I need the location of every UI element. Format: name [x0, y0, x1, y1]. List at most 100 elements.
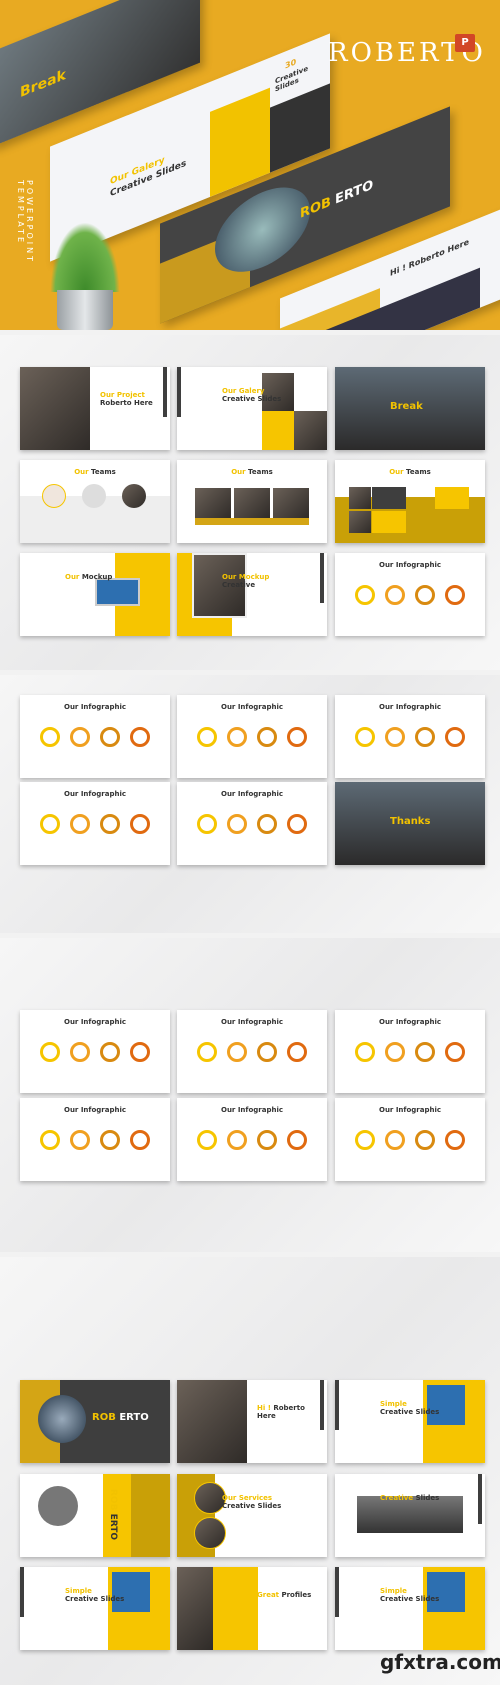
slide-thumbnail-photo-left[interactable]: Our Project Roberto Here — [20, 367, 170, 450]
slide-thumbnail-mockup-laptop[interactable]: Our Mockup — [20, 553, 170, 636]
watermark: gfxtra.com — [380, 1650, 500, 1674]
infographic-mark — [355, 727, 375, 747]
slide-title-main: Our Infographic — [221, 703, 283, 711]
hero-banner: Break Our Galery Creative Slides 30 Crea… — [0, 0, 500, 330]
infographic-mark — [415, 585, 435, 605]
slide-title-accent: ROB — [108, 1489, 118, 1511]
slide-thumbnail-infographic[interactable]: Our Infographic — [335, 553, 485, 636]
infographic-mark — [100, 1042, 120, 1062]
slide-title-main: Creative Slides — [380, 1595, 440, 1603]
slide-title: Our Infographic — [335, 1106, 485, 1114]
infographic-mark — [40, 727, 60, 747]
infographic-mark — [257, 1042, 277, 1062]
infographic-mark — [40, 814, 60, 834]
slide-thumbnail-infographic[interactable]: Our Infographic — [20, 1010, 170, 1093]
slide-title-accent: Great — [257, 1591, 280, 1599]
slide-title: Our Infographic — [335, 561, 485, 569]
slide-title-accent: Hi ! — [257, 1404, 271, 1412]
slide-thumbnail-infographic[interactable]: Our Infographic — [177, 1010, 327, 1093]
preview-section: Our Infographic Our Infographic Our Info… — [0, 675, 500, 933]
infographic-mark — [257, 814, 277, 834]
slide-title: Break — [390, 401, 423, 412]
infographic-mark — [445, 585, 465, 605]
slide-thumbnail-teams-cards[interactable]: Our Teams — [177, 460, 327, 543]
infographic-mark — [257, 1130, 277, 1150]
slide-title: Our Infographic — [335, 703, 485, 711]
slide-title: Our Teams — [177, 468, 327, 476]
slide-title: Creative Slides — [380, 1494, 440, 1502]
powerpoint-icon: P — [455, 34, 475, 52]
infographic-mark — [100, 727, 120, 747]
slide-title-main: Slides — [415, 1494, 440, 1502]
slide-title-accent: Simple — [380, 1400, 407, 1408]
slide-thumbnail-services[interactable]: Our Services Creative Slides — [177, 1474, 327, 1557]
slide-title-main: Our Infographic — [64, 1018, 126, 1026]
infographic-mark — [287, 814, 307, 834]
preview-section: ROB ERTO Hi ! Roberto Here Simple Creative… — [0, 1257, 500, 1685]
slide-title: Our Infographic — [20, 703, 170, 711]
slide-title-main: Our Infographic — [379, 1018, 441, 1026]
slide-thumbnail-full-photo[interactable]: Break — [335, 367, 485, 450]
slide-title: ROB ERTO — [92, 1412, 149, 1423]
slide-thumbnail-teams-circle[interactable]: Our Teams — [20, 460, 170, 543]
infographic-mark — [355, 1042, 375, 1062]
slide-title-main: Creative Slides — [65, 1595, 125, 1603]
infographic-mark — [70, 1130, 90, 1150]
infographic-mark — [385, 727, 405, 747]
slide-title: Our Project Roberto Here — [100, 391, 165, 407]
infographic-mark — [385, 1130, 405, 1150]
slide-thumbnail-gallery[interactable]: Our Galery Creative Slides — [177, 367, 327, 450]
slide-title: Our Galery Creative Slides — [222, 387, 282, 403]
slide-title-accent: Our — [74, 468, 89, 476]
slide-thumbnail-infographic[interactable]: Our Infographic — [177, 782, 327, 865]
slide-title-main: Our Infographic — [221, 1018, 283, 1026]
slide-title-main: Profiles — [281, 1591, 312, 1599]
slide-thumbnail-infographic[interactable]: Our Infographic — [20, 695, 170, 778]
infographic-mark — [355, 585, 375, 605]
slide-thumbnail-infographic[interactable]: Our Infographic — [177, 695, 327, 778]
slide-thumbnail-wide-photo[interactable]: Creative Slides — [335, 1474, 485, 1557]
slide-title: Our Teams — [335, 468, 485, 476]
slide-title: Our Infographic — [335, 1018, 485, 1026]
slide-title-accent: Our Project — [100, 391, 145, 399]
slide-title-main: Our Infographic — [379, 561, 441, 569]
slide-thumbnail-infographic[interactable]: Our Infographic — [20, 1098, 170, 1181]
slide-thumbnail-teams-grid[interactable]: Our Teams — [335, 460, 485, 543]
infographic-mark — [287, 1042, 307, 1062]
slide-thumbnail-infographic[interactable]: Our Infographic — [335, 695, 485, 778]
slide-title: Our Infographic — [177, 790, 327, 798]
slide-thumbnail-photo-left[interactable]: Hi ! Roberto Here — [177, 1380, 327, 1463]
infographic-mark — [287, 727, 307, 747]
infographic-mark — [70, 814, 90, 834]
infographic-mark — [287, 1130, 307, 1150]
slide-title-main: Our Infographic — [379, 1106, 441, 1114]
slide-title: Simple Creative Slides — [380, 1587, 440, 1603]
slide-title: Our Services Creative Slides — [222, 1494, 282, 1510]
slide-title-main: Mockup — [81, 573, 113, 581]
slide-title-accent: Creative — [380, 1494, 414, 1502]
infographic-mark — [197, 814, 217, 834]
slide-title: Our Infographic — [20, 1106, 170, 1114]
slide-title: Hi ! Roberto Here — [257, 1404, 322, 1420]
slide-thumbnail-infographic[interactable]: Our Infographic — [335, 1010, 485, 1093]
slide-title-main: Our Infographic — [221, 1106, 283, 1114]
slide-thumbnail-infographic[interactable]: Our Infographic — [20, 782, 170, 865]
slide-thumbnail-profiles[interactable]: Great Profiles — [177, 1567, 327, 1650]
slide-title-main: Our Infographic — [64, 1106, 126, 1114]
slide-thumbnail-mockup-tablet[interactable]: Our Mockup Creative — [177, 553, 327, 636]
slide-thumbnail-infographic[interactable]: Our Infographic — [177, 1098, 327, 1181]
infographic-mark — [257, 727, 277, 747]
slide-thumbnail-cover[interactable]: ROB ERTO — [20, 1380, 170, 1463]
slide-thumbnail-photo-right[interactable]: Simple Creative Slides — [335, 1380, 485, 1463]
slide-title: Our Infographic — [177, 703, 327, 711]
infographic-mark — [40, 1042, 60, 1062]
slide-thumbnail-vertical[interactable]: ROB ERTO — [20, 1474, 170, 1557]
slide-title-main: Creative Slides — [380, 1408, 440, 1416]
slide-thumbnail-photo-right[interactable]: Simple Creative Slides — [20, 1567, 170, 1650]
infographic-mark — [130, 814, 150, 834]
slide-title-main: ERTO — [119, 1412, 149, 1423]
slide-thumbnail-photo-right[interactable]: Simple Creative Slides — [335, 1567, 485, 1650]
slide-thumbnail-infographic[interactable]: Our Infographic — [335, 1098, 485, 1181]
slide-thumbnail-full-photo[interactable]: Thanks — [335, 782, 485, 865]
slide-title-main: Roberto Here — [100, 399, 153, 407]
